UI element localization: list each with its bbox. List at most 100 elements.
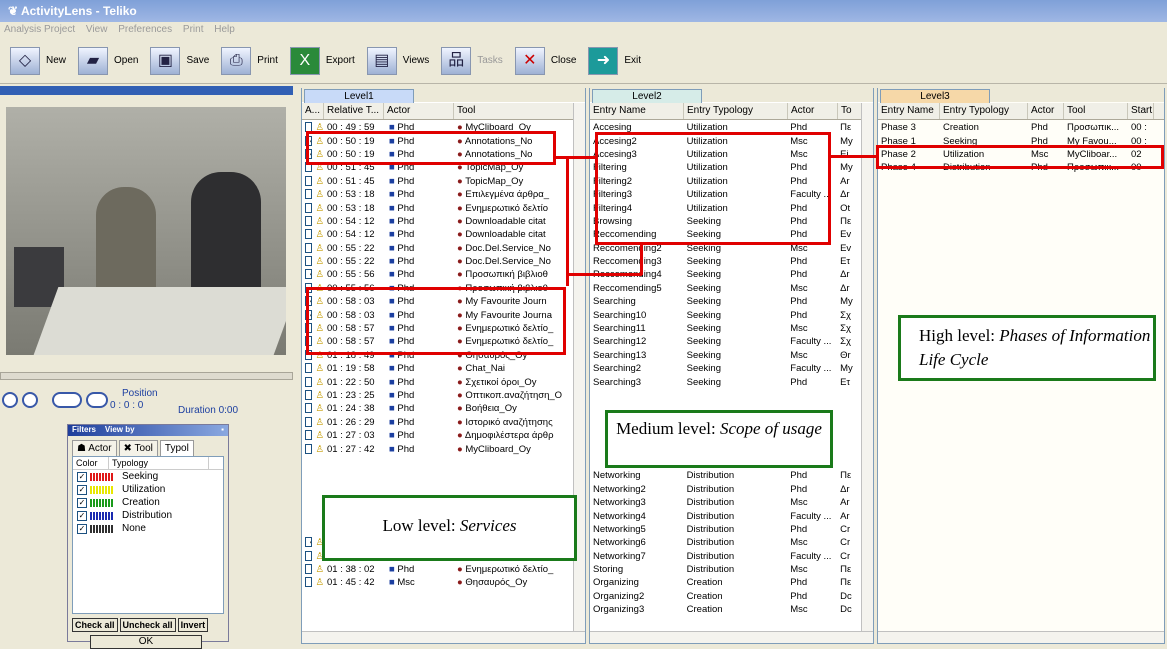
checkbox[interactable] [305, 577, 313, 588]
table-row[interactable]: ♙ 00 : 55 : 22 ■ Phd ● Doc.Del.Service_No [302, 242, 573, 255]
views-button[interactable]: ▤ Views [366, 46, 429, 75]
save-button[interactable]: ▣ Save [150, 46, 209, 75]
typology-item[interactable]: ✓ Seeking [73, 470, 223, 483]
table-row[interactable]: Searching13 Seeking Msc Θr [590, 349, 861, 362]
col-entry-typology[interactable]: Entry Typology [940, 103, 1028, 119]
table-row[interactable]: Organizing2 Creation Phd Dc [590, 590, 861, 603]
row-checkbox-cell[interactable]: ♙ [302, 363, 324, 374]
open-button[interactable]: ▰ Open [78, 46, 138, 75]
col-actor[interactable]: Actor [788, 103, 838, 119]
checkbox[interactable] [305, 564, 313, 575]
table-row[interactable]: Networking4 Distribution Faculty ... Ar [590, 509, 861, 522]
checkbox[interactable]: ✓ [305, 537, 313, 548]
close-button[interactable]: ✕ Close [514, 46, 576, 75]
table-row[interactable]: ♙ 00 : 54 : 12 ■ Phd ● Downloadable citat [302, 215, 573, 228]
level3-hscroll[interactable] [878, 631, 1164, 643]
table-row[interactable]: ♙ 00 : 53 : 18 ■ Phd ● Ενημερωτικό δελτίο [302, 201, 573, 214]
table-row[interactable] [302, 469, 573, 482]
check-all-button[interactable]: Check all [72, 618, 118, 632]
table-row[interactable]: ♙ 01 : 24 : 38 ■ Phd ● Βοήθεια_Oy [302, 402, 573, 415]
table-row[interactable] [302, 483, 573, 496]
table-row[interactable]: ♙ 00 : 55 : 22 ■ Phd ● Doc.Del.Service_No [302, 255, 573, 268]
table-row[interactable]: ♙ 01 : 19 : 58 ■ Phd ● Chat_Nai [302, 362, 573, 375]
table-row[interactable]: Networking Distribution Phd Πε [590, 469, 861, 482]
col-a[interactable]: A... [302, 103, 324, 119]
row-checkbox-cell[interactable]: ♙ [302, 403, 324, 414]
table-row[interactable]: Searching2 Seeking Faculty ... My [590, 362, 861, 375]
menu-help[interactable]: Help [214, 24, 235, 35]
checkbox[interactable] [305, 376, 313, 387]
col-actor[interactable]: Actor [384, 103, 454, 119]
menu-print[interactable]: Print [183, 24, 204, 35]
print-button[interactable]: ⎙ Print [221, 46, 278, 75]
table-row[interactable]: Storing Distribution Msc Πε [590, 563, 861, 576]
menu-preferences[interactable]: Preferences [118, 24, 172, 35]
row-checkbox-cell[interactable]: ✓♙ [302, 537, 324, 548]
row-checkbox-cell[interactable]: ♙ [302, 390, 324, 401]
row-checkbox-cell[interactable]: ♙ [302, 564, 324, 575]
export-button[interactable]: X Export [289, 46, 355, 75]
tasks-button[interactable]: 品 Tasks [441, 46, 503, 75]
row-checkbox-cell[interactable]: ♙ [302, 242, 324, 254]
tab-typology[interactable]: Typol [159, 440, 194, 456]
table-row[interactable]: Searching3 Seeking Phd Ετ [590, 375, 861, 388]
table-row[interactable]: Networking6 Distribution Msc Cr [590, 536, 861, 549]
table-row[interactable]: ♙ 01 : 45 : 42 ■ Msc ● Θησαυρός_Oy [302, 576, 573, 589]
typology-item[interactable]: ✓ Utilization [73, 483, 223, 496]
col-entry-name[interactable]: Entry Name [878, 103, 940, 119]
table-row[interactable]: Organizing3 Creation Msc Dc [590, 603, 861, 616]
exit-button[interactable]: ➜ Exit [588, 46, 641, 75]
row-checkbox-cell[interactable]: ♙ [302, 175, 324, 187]
table-row[interactable]: Searching11 Seeking Msc Σχ [590, 322, 861, 335]
menu-view[interactable]: View [86, 24, 108, 35]
row-checkbox-cell[interactable]: ♙ [302, 443, 324, 455]
table-row[interactable] [590, 389, 861, 402]
table-row[interactable]: ♙ 01 : 27 : 42 ■ Phd ● MyCliboard_Oy [302, 442, 573, 455]
checkbox[interactable] [305, 443, 313, 454]
table-row[interactable]: Networking3 Distribution Msc Ar [590, 496, 861, 509]
row-checkbox-cell[interactable]: ♙ [302, 256, 324, 267]
table-row[interactable]: ♙ 00 : 53 : 18 ■ Phd ● Επιλεγμένα άρθρα_ [302, 188, 573, 201]
menu-analysis-project[interactable]: Analysis Project [4, 24, 75, 35]
row-checkbox-cell[interactable]: ♙ [302, 430, 324, 441]
row-checkbox-cell[interactable]: ♙ [302, 189, 324, 200]
uncheck-all-button[interactable]: Uncheck all [119, 618, 176, 632]
level2-vscroll[interactable] [861, 103, 873, 631]
table-row[interactable]: Organizing Creation Phd Πε [590, 576, 861, 589]
tab-level3[interactable]: Level3 [880, 89, 990, 103]
table-row[interactable]: ♙ 01 : 23 : 25 ■ Phd ● Οπτικοπ.αναζήτηση_Ο [302, 389, 573, 402]
play-button[interactable] [2, 392, 18, 408]
row-checkbox-cell[interactable]: ♙ [302, 229, 324, 240]
table-row[interactable]: Networking5 Distribution Phd Cr [590, 523, 861, 536]
table-row[interactable]: ♙ 01 : 27 : 03 ■ Phd ● Δημοφιλέστερα άρθρ [302, 429, 573, 442]
typology-item[interactable]: ✓ None [73, 522, 223, 535]
checkbox[interactable] [305, 416, 313, 427]
table-row[interactable]: ♙ 00 : 54 : 12 ■ Phd ● Downloadable citat [302, 228, 573, 241]
invert-button[interactable]: Invert [177, 618, 209, 632]
forward-button[interactable] [86, 392, 108, 408]
row-checkbox-cell[interactable]: ♙ [302, 550, 324, 562]
checkbox[interactable] [305, 242, 313, 253]
ok-button[interactable]: OK [90, 635, 202, 649]
table-row[interactable]: ♙ 01 : 38 : 02 ■ Phd ● Ενημερωτικό δελτίο_ [302, 563, 573, 576]
col-tool[interactable]: Tool [1064, 103, 1128, 119]
tab-level1[interactable]: Level1 [304, 89, 414, 103]
checkbox[interactable] [305, 229, 313, 240]
checkbox[interactable]: ✓ [305, 269, 313, 280]
table-row[interactable]: Phase 3 Creation Phd Προσωπικ... 00 : [878, 121, 1164, 134]
checkbox[interactable]: ✓ [77, 523, 87, 534]
checkbox[interactable] [305, 403, 313, 414]
rewind-button[interactable] [52, 392, 82, 408]
level2-hscroll[interactable] [590, 631, 873, 643]
checkbox[interactable] [305, 175, 313, 186]
row-checkbox-cell[interactable]: ✓♙ [302, 269, 324, 280]
checkbox[interactable] [305, 550, 313, 561]
row-checkbox-cell[interactable]: ♙ [302, 215, 324, 227]
col-actor[interactable]: Actor [1028, 103, 1064, 119]
col-start[interactable]: Start [1128, 103, 1154, 119]
new-button[interactable]: ◇ New [10, 46, 66, 75]
playback-slider[interactable] [0, 372, 293, 380]
row-checkbox-cell[interactable]: ♙ [302, 376, 324, 388]
table-row[interactable]: Networking2 Distribution Phd Δr [590, 483, 861, 496]
table-row[interactable]: ✓♙00 : 55 : 56 ■ Phd● Προσωπική βιβλιοθ [302, 268, 573, 281]
